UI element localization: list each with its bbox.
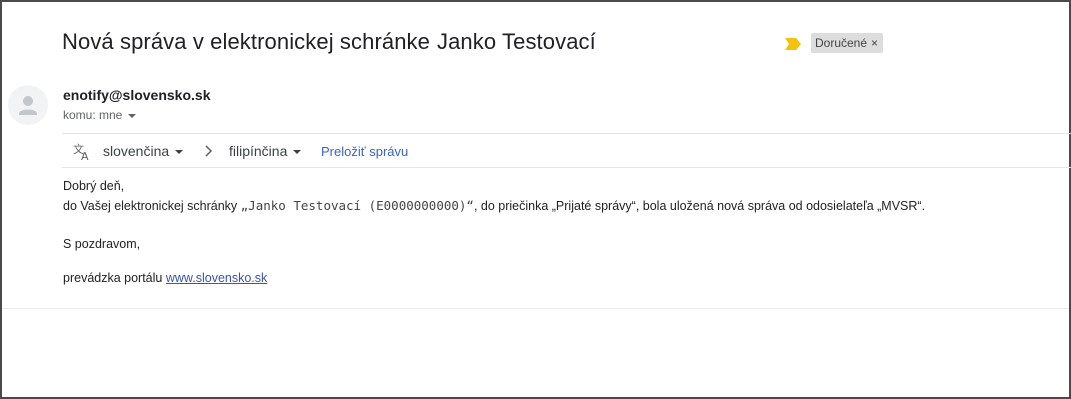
importance-marker-icon[interactable] [785,38,801,50]
divider [2,308,1069,309]
source-language-dropdown[interactable]: slovenčina [103,143,184,159]
body-line-suffix: , do priečinka „Prijaté správy“, bola ul… [473,199,926,213]
email-body: Dobrý deň, do Vašej elektronickej schrán… [63,177,925,288]
mailbox-name: „Janko Testovací (E0000000000)“ [240,198,474,213]
svg-text:A: A [81,150,89,161]
person-icon [19,96,37,115]
body-line-prefix: do Vašej elektronickej schránky [63,199,238,213]
email-subject: Nová správa v elektronickej schránke [62,29,430,54]
translate-bar: 文 A slovenčina filipínčina Preložiť sprá… [62,133,1071,168]
inbox-label-text: Doručené [815,36,868,50]
translate-message-link[interactable]: Preložiť správu [321,144,408,159]
avatar[interactable] [8,85,48,125]
target-language-label: filipínčina [229,143,288,159]
sender-address[interactable]: enotify@slovensko.sk [63,87,210,103]
portal-link[interactable]: www.slovensko.sk [166,271,267,285]
chevron-down-icon[interactable] [128,113,137,118]
signature: prevádzka portálu www.slovensko.sk [63,269,925,288]
inbox-label-chip[interactable]: Doručené × [811,33,884,53]
regards: S pozdravom, [63,237,141,251]
remove-label-button[interactable]: × [871,36,878,50]
subject-row: Nová správa v elektronickej schránke Jan… [62,29,596,55]
greeting: Dobrý deň, [63,179,125,193]
recipient-details[interactable]: komu: mne [63,108,137,122]
chevron-right-icon [205,145,213,157]
recipient-text: komu: mne [63,108,123,122]
chevron-down-icon [293,149,302,154]
chevron-down-icon [175,149,184,154]
email-subject-name: Janko Testovací [437,29,596,54]
source-language-label: slovenčina [103,143,170,159]
signature-prefix: prevádzka portálu [63,271,163,285]
body-paragraph: do Vašej elektronickej schránky „Janko T… [63,196,925,216]
email-view: Nová správa v elektronickej schránke Jan… [0,0,1071,399]
target-language-dropdown[interactable]: filipínčina [229,143,302,159]
translate-icon: 文 A [73,142,89,161]
